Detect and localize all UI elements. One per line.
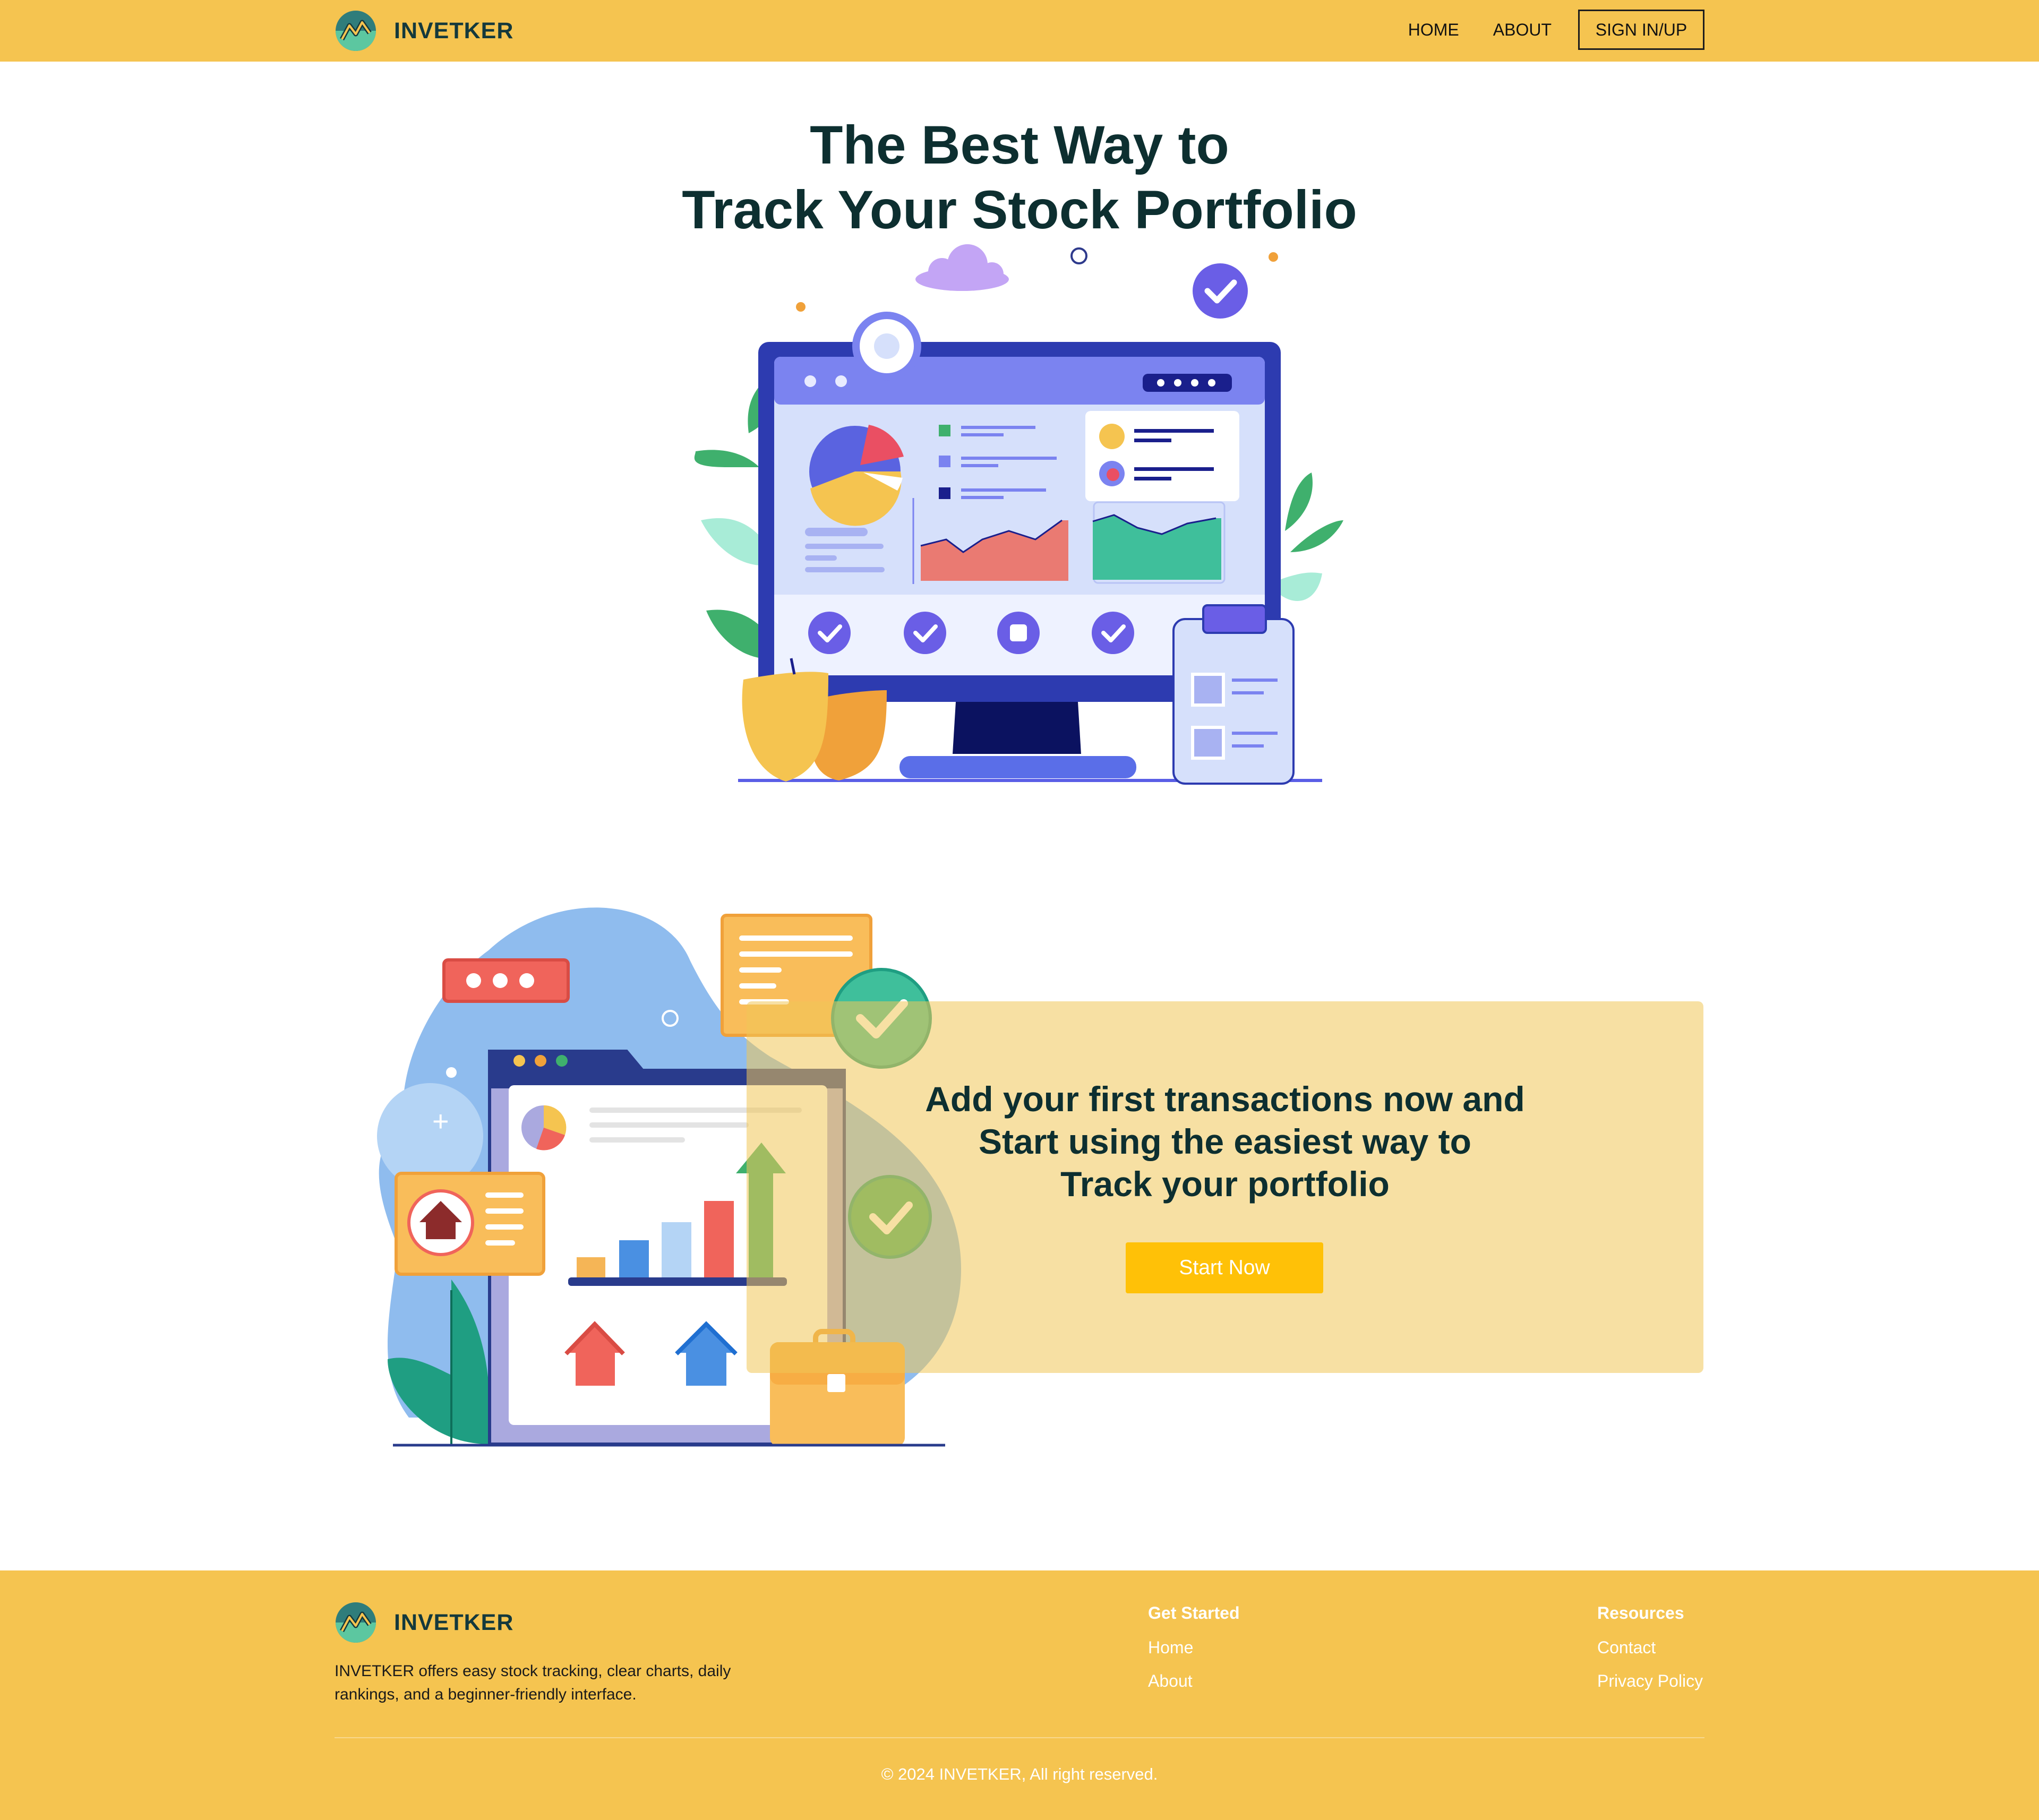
footer-col-resources: Resources Contact Privacy Policy	[1597, 1603, 1703, 1705]
dot-decor	[1269, 252, 1278, 262]
dot-decor	[796, 302, 806, 312]
footer-link-contact[interactable]: Contact	[1597, 1638, 1703, 1658]
footer-brand-name: INVETKER	[394, 1609, 514, 1635]
copyright-text: © 2024 INVETKER, All right reserved.	[881, 1765, 1158, 1783]
clipboard-icon	[1172, 604, 1295, 785]
cta-line-2: Start using the easiest way to	[979, 1122, 1471, 1161]
cta-line-1: Add your first transactions now and	[925, 1079, 1525, 1119]
hero-title-line-1: The Best Way to	[810, 115, 1229, 175]
hero-title-line-2: Track Your Stock Portfolio	[682, 179, 1357, 240]
nav-home-link[interactable]: HOME	[1408, 20, 1459, 40]
brand-logo[interactable]: INVETKER	[335, 8, 513, 53]
cloud-icon	[915, 244, 1009, 291]
logo-icon	[336, 1602, 376, 1643]
footer-description: INVETKER offers easy stock tracking, cle…	[335, 1662, 731, 1703]
cta-line-3: Track your portfolio	[1060, 1164, 1390, 1204]
check-icon	[1193, 263, 1248, 319]
main-nav: HOME ABOUT SIGN IN/UP	[1408, 10, 1704, 50]
hero-title: The Best Way to Track Your Stock Portfol…	[0, 113, 2039, 242]
footer-link-about[interactable]: About	[1148, 1671, 1239, 1691]
top-navbar: INVETKER HOME ABOUT SIGN IN/UP	[0, 0, 2039, 62]
footer-col-heading: Get Started	[1148, 1603, 1240, 1622]
footer-divider	[335, 1737, 1704, 1738]
dot-decor	[446, 1067, 457, 1078]
hero-dashboard-illustration	[694, 244, 1343, 785]
sign-in-up-button[interactable]: SIGN IN/UP	[1578, 10, 1704, 50]
start-now-button[interactable]: Start Now	[1126, 1242, 1323, 1293]
ring-decor	[1070, 247, 1087, 264]
menu-dots-icon	[442, 958, 570, 1003]
footer-col-get-started: Get Started Home About	[1148, 1603, 1239, 1705]
footer-link-privacy-policy[interactable]: Privacy Policy	[1597, 1671, 1703, 1691]
nav-about-link[interactable]: ABOUT	[1493, 20, 1552, 40]
footer: INVETKER INVETKER offers easy stock trac…	[0, 1570, 2039, 1820]
footer-brand-logo[interactable]: INVETKER	[335, 1600, 513, 1645]
footer-link-home[interactable]: Home	[1148, 1638, 1239, 1658]
cta-heading: Add your first transactions now and Star…	[747, 1078, 1703, 1205]
logo-icon	[336, 11, 376, 51]
footer-col-heading: Resources	[1597, 1603, 1684, 1622]
brand-name: INVETKER	[394, 18, 514, 44]
svg-text:+: +	[432, 1105, 449, 1137]
info-card	[1085, 411, 1239, 501]
property-card	[395, 1172, 545, 1276]
